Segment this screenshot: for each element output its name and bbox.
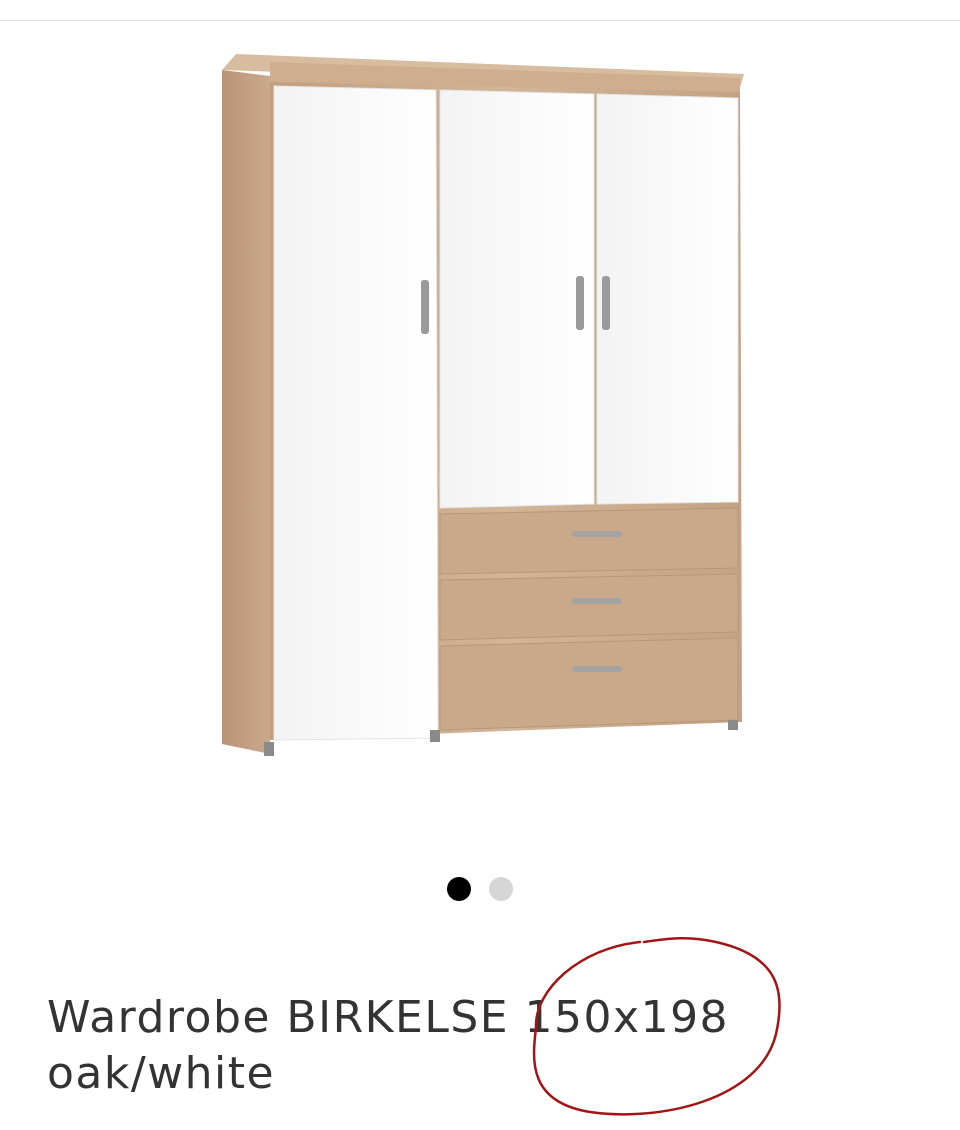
foot-back-right: [728, 720, 738, 730]
drawer-3: [439, 637, 739, 731]
foot-front-left: [264, 742, 274, 756]
carousel-dot-2[interactable]: [489, 877, 513, 901]
drawer-1: [439, 507, 739, 575]
right-door-handle: [602, 276, 610, 330]
carousel-dots: [0, 876, 960, 902]
drawer-1-handle: [572, 531, 622, 537]
drawer-2-handle: [572, 598, 622, 604]
drawer-3-handle: [572, 666, 622, 672]
drawer-2: [439, 573, 739, 641]
product-title-line2: oak/white: [47, 1048, 276, 1099]
wardrobe-middle-door: [439, 89, 595, 509]
middle-door-handle: [576, 276, 584, 330]
left-door-handle: [421, 280, 429, 334]
wardrobe-left-door: [273, 85, 439, 741]
wardrobe-right-door: [596, 93, 739, 505]
foot-front-middle: [430, 730, 440, 742]
wardrobe-side: [222, 70, 270, 754]
product-title: Wardrobe BIRKELSE 150x198 oak/white: [47, 990, 927, 1102]
top-divider: [0, 20, 960, 21]
wardrobe-product-image[interactable]: [0, 40, 960, 830]
carousel-dot-1[interactable]: [447, 877, 471, 901]
product-title-line1: Wardrobe BIRKELSE 150x198: [47, 992, 730, 1043]
